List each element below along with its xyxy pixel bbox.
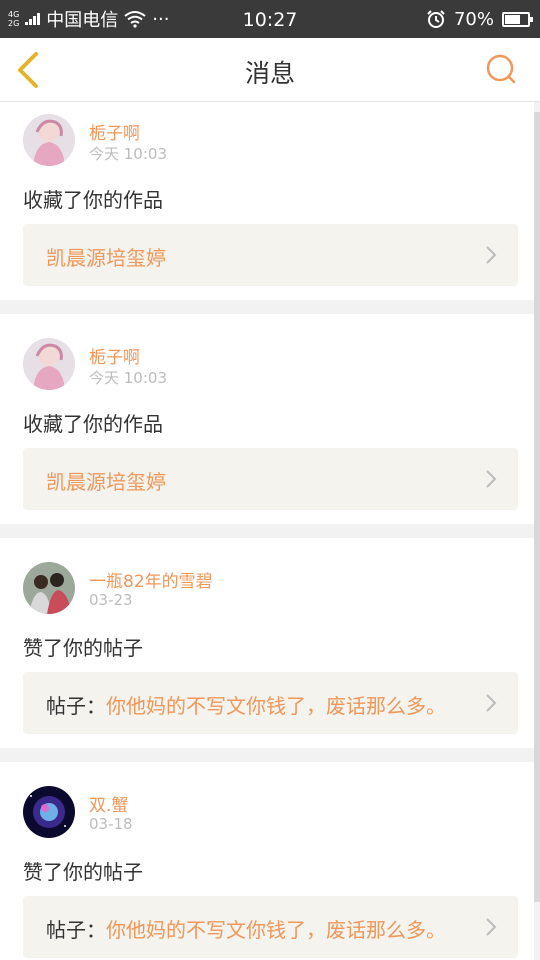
status-right: 70% [426,0,533,38]
user-name[interactable]: 栀子啊 [89,119,140,144]
message-time: 03-18 [89,815,133,833]
message-time: 今天 10:03 [89,369,167,387]
search-icon[interactable] [484,52,518,86]
user-name[interactable]: 一瓶82年的雪碧 [89,567,213,592]
ref-title: 凯晨源培玺婷 [46,246,166,270]
message-action: 收藏了你的作品 [23,412,163,436]
battery-icon [502,11,533,27]
message-time: 03-23 [89,591,133,609]
user-name[interactable]: 双.蟹 [89,791,128,816]
scrollbar[interactable] [534,112,540,902]
ref-prefix: 帖子： [46,918,106,942]
referenced-post[interactable]: 帖子：你他妈的不写文你钱了，废话那么多。 [23,896,518,958]
message-card[interactable]: 栀子啊 今天 10:03 收藏了你的作品 凯晨源培玺婷 [0,314,534,524]
message-action: 赞了你的帖子 [23,860,143,884]
referenced-work[interactable]: 凯晨源培玺婷 [23,448,518,510]
referenced-post[interactable]: 帖子：你他妈的不写文你钱了，废话那么多。 [23,672,518,734]
chevron-right-icon [486,918,497,936]
avatar[interactable] [23,562,75,614]
ref-prefix: 帖子： [46,694,106,718]
user-name[interactable]: 栀子啊 [89,343,140,368]
avatar[interactable] [23,786,75,838]
chevron-right-icon [486,470,497,488]
referenced-work-title: 凯晨源培玺婷 [46,466,166,495]
header: 消息 [0,38,540,102]
page-title: 消息 [244,59,295,88]
alarm-icon [427,10,445,28]
referenced-work-title: 凯晨源培玺婷 [46,242,166,271]
avatar[interactable] [23,114,75,166]
message-card[interactable]: 栀子啊 今天 10:03 收藏了你的作品 凯晨源培玺婷 [0,102,534,300]
message-time: 今天 10:03 [89,145,167,163]
message-card[interactable]: 一瓶82年的雪碧 03-23 赞了你的帖子 帖子：你他妈的不写文你钱了，废话那么… [0,538,534,748]
ref-title: 凯晨源培玺婷 [46,470,166,494]
ref-title: 你他妈的不写文你钱了，废话那么多。 [106,918,446,942]
avatar[interactable] [23,338,75,390]
status-bar: 4G 2G 中国电信 ··· 10:27 70% [0,0,540,38]
message-list[interactable]: 栀子啊 今天 10:03 收藏了你的作品 凯晨源培玺婷 栀子啊 今天 10:03… [0,102,534,960]
message-action: 赞了你的帖子 [23,636,143,660]
battery-fill [505,14,521,24]
chevron-right-icon [486,694,497,712]
message-card[interactable]: 双.蟹 03-18 赞了你的帖子 帖子：你他妈的不写文你钱了，废话那么多。 [0,762,534,960]
message-action: 收藏了你的作品 [23,188,163,212]
referenced-post-title: 帖子：你他妈的不写文你钱了，废话那么多。 [46,690,446,719]
referenced-post-title: 帖子：你他妈的不写文你钱了，废话那么多。 [46,914,446,943]
referenced-work[interactable]: 凯晨源培玺婷 [23,224,518,286]
ref-title: 你他妈的不写文你钱了，废话那么多。 [106,694,446,718]
battery-percent: 70% [453,8,494,30]
chevron-right-icon [486,246,497,264]
